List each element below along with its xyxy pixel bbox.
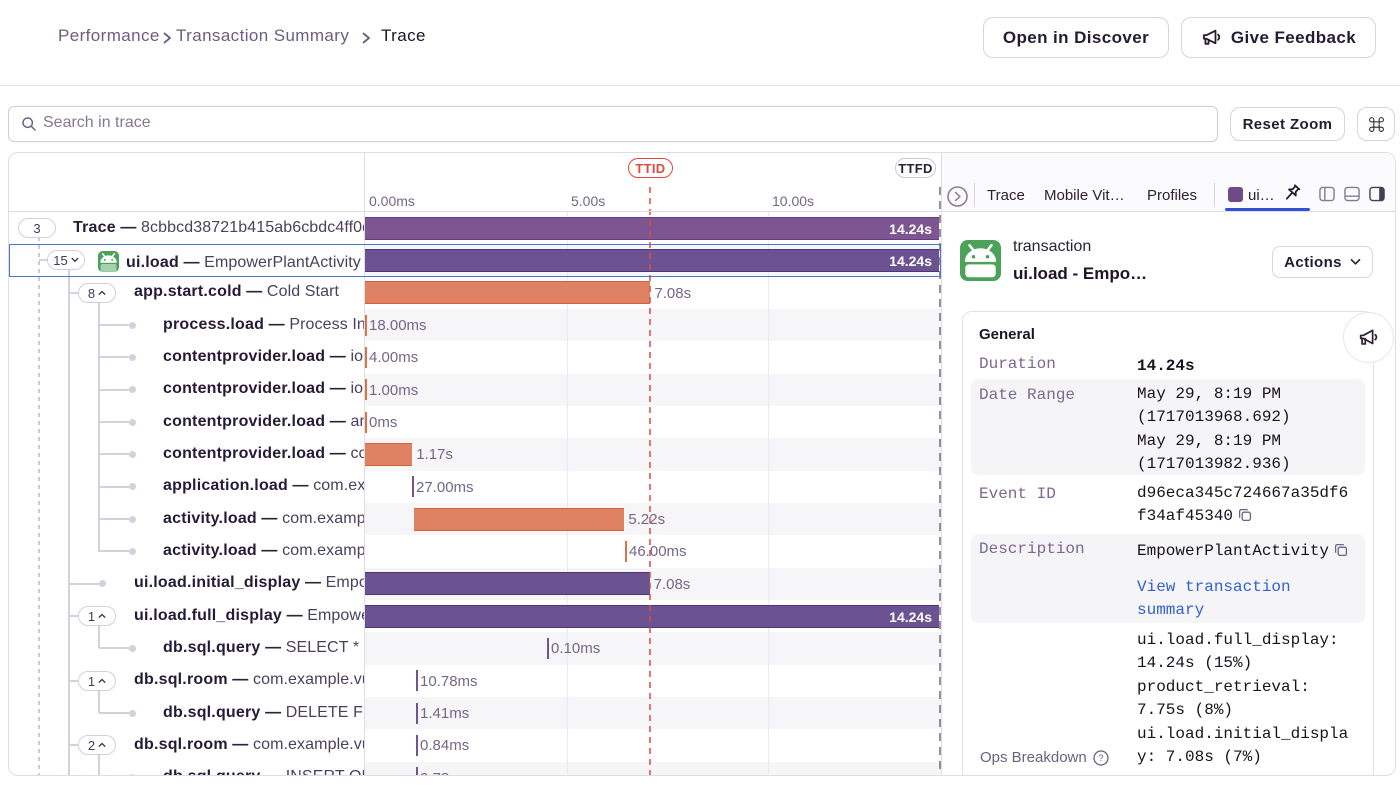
- svg-text:?: ?: [1098, 753, 1103, 763]
